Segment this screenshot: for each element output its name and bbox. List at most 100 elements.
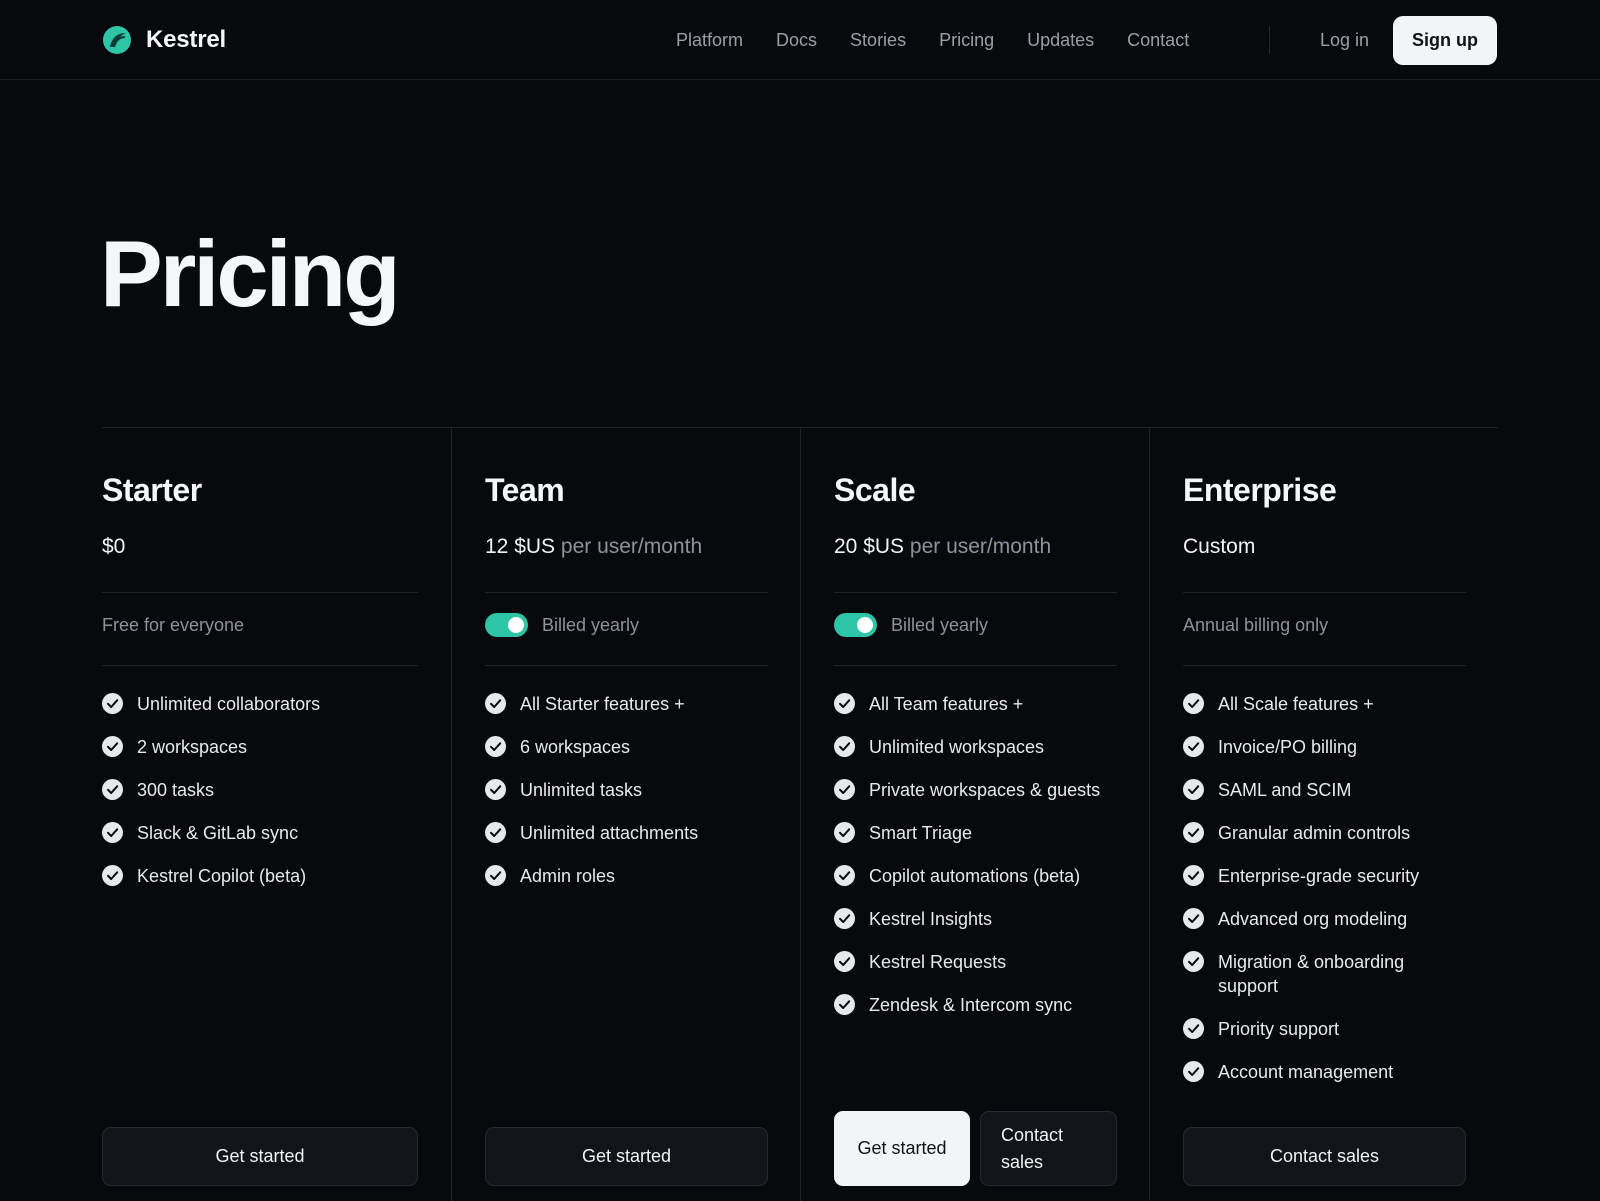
feature-item: Unlimited workspaces — [834, 735, 1124, 759]
login-link[interactable]: Log in — [1320, 24, 1369, 56]
check-circle-icon — [102, 822, 123, 843]
top-navigation: Kestrel Platform Docs Stories Pricing Up… — [0, 0, 1600, 80]
billing-toggle[interactable] — [834, 613, 877, 637]
feature-item: All Team features + — [834, 692, 1124, 716]
feature-list: All Scale features + Invoice/PO billing … — [1183, 692, 1433, 1103]
pricing-plans: Starter $0 Free for everyone Unlimited c… — [102, 427, 1498, 1201]
feature-text: Granular admin controls — [1218, 823, 1411, 843]
feature-item: Unlimited tasks — [485, 778, 768, 802]
check-circle-icon — [102, 693, 123, 714]
contact-sales-button[interactable]: Contact sales — [1183, 1127, 1466, 1186]
nav-divider — [1269, 26, 1270, 54]
check-circle-icon — [834, 693, 855, 714]
feature-item: Unlimited attachments — [485, 821, 768, 845]
feature-text: Kestrel Copilot (beta) — [137, 866, 307, 886]
price-amount: 12 $US — [485, 535, 556, 558]
feature-item: 300 tasks — [102, 778, 418, 802]
feature-item: Priority support — [1183, 1017, 1433, 1041]
feature-item: Private workspaces & guests — [834, 778, 1124, 802]
check-circle-icon — [834, 736, 855, 757]
contact-sales-button[interactable]: Contact sales — [980, 1111, 1117, 1186]
feature-item: Advanced org modeling — [1183, 907, 1433, 931]
billing-info: Billed yearly — [485, 611, 639, 639]
check-circle-icon — [834, 908, 855, 929]
billing-text: Billed yearly — [891, 614, 989, 635]
feature-text: 2 workspaces — [137, 737, 248, 757]
billing-text: Free for everyone — [102, 614, 245, 635]
billing-info: Free for everyone — [102, 611, 244, 639]
feature-text: All Team features + — [869, 694, 1024, 714]
divider — [102, 665, 418, 666]
feature-item: Migration & onboarding support — [1183, 950, 1433, 998]
check-circle-icon — [834, 994, 855, 1015]
feature-item: Kestrel Requests — [834, 950, 1124, 974]
plan-name: Team — [485, 472, 565, 508]
nav-updates[interactable]: Updates — [1027, 30, 1094, 51]
signup-button[interactable]: Sign up — [1393, 16, 1497, 65]
feature-text: SAML and SCIM — [1218, 780, 1352, 800]
feature-text: Unlimited collaborators — [137, 694, 321, 714]
check-circle-icon — [1183, 693, 1204, 714]
feature-list: All Team features + Unlimited workspaces… — [834, 692, 1124, 1036]
price-amount: $0 — [102, 535, 126, 558]
check-circle-icon — [102, 736, 123, 757]
plan-scale: Scale 20 $US per user/month Billed yearl… — [800, 428, 1149, 1201]
check-circle-icon — [1183, 1018, 1204, 1039]
divider — [485, 665, 768, 666]
feature-item: Zendesk & Intercom sync — [834, 993, 1124, 1017]
billing-text: Annual billing only — [1183, 614, 1329, 635]
feature-text: Copilot automations (beta) — [869, 866, 1081, 886]
nav-pricing[interactable]: Pricing — [939, 30, 994, 51]
feature-item: Granular admin controls — [1183, 821, 1433, 845]
feature-text: Account management — [1218, 1062, 1394, 1082]
brand[interactable]: Kestrel — [102, 24, 226, 56]
check-circle-icon — [1183, 736, 1204, 757]
check-circle-icon — [485, 822, 506, 843]
plan-enterprise: Enterprise Custom Annual billing only Al… — [1149, 428, 1498, 1201]
get-started-button[interactable]: Get started — [102, 1127, 418, 1186]
feature-item: Account management — [1183, 1060, 1433, 1084]
feature-item: Admin roles — [485, 864, 768, 888]
check-circle-icon — [102, 779, 123, 800]
feature-text: Zendesk & Intercom sync — [869, 995, 1073, 1015]
feature-text: Kestrel Requests — [869, 952, 1007, 972]
billing-text: Billed yearly — [542, 614, 640, 635]
check-circle-icon — [1183, 865, 1204, 886]
feature-item: Unlimited collaborators — [102, 692, 418, 716]
divider — [485, 592, 768, 593]
plan-name: Starter — [102, 472, 202, 508]
get-started-button[interactable]: Get started — [834, 1111, 970, 1186]
feature-item: Copilot automations (beta) — [834, 864, 1124, 888]
check-circle-icon — [102, 865, 123, 886]
divider — [834, 665, 1117, 666]
feature-text: All Starter features + — [520, 694, 685, 714]
feature-item: All Scale features + — [1183, 692, 1433, 716]
plan-price: $0 — [102, 535, 125, 559]
feature-text: 300 tasks — [137, 780, 215, 800]
feature-text: Kestrel Insights — [869, 909, 993, 929]
feature-item: Kestrel Copilot (beta) — [102, 864, 418, 888]
nav-stories[interactable]: Stories — [850, 30, 906, 51]
get-started-button[interactable]: Get started — [485, 1127, 768, 1186]
divider — [1183, 592, 1466, 593]
feature-item: All Starter features + — [485, 692, 768, 716]
feature-list: Unlimited collaborators 2 workspaces 300… — [102, 692, 418, 907]
plan-name: Enterprise — [1183, 472, 1337, 508]
feature-text: Slack & GitLab sync — [137, 823, 299, 843]
feature-text: Migration & onboarding support — [1218, 952, 1405, 996]
feature-item: Enterprise-grade security — [1183, 864, 1433, 888]
nav-docs[interactable]: Docs — [776, 30, 817, 51]
divider — [834, 592, 1117, 593]
feature-text: Priority support — [1218, 1019, 1340, 1039]
feature-text: Enterprise-grade security — [1218, 866, 1420, 886]
feature-item: SAML and SCIM — [1183, 778, 1433, 802]
nav-contact[interactable]: Contact — [1127, 30, 1189, 51]
feature-text: Smart Triage — [869, 823, 973, 843]
check-circle-icon — [834, 951, 855, 972]
nav-platform[interactable]: Platform — [676, 30, 743, 51]
main-nav: Platform Docs Stories Pricing Updates Co… — [676, 24, 1222, 56]
feature-text: Advanced org modeling — [1218, 909, 1408, 929]
feature-text: 6 workspaces — [520, 737, 631, 757]
plan-price: 12 $US per user/month — [485, 535, 702, 559]
billing-toggle[interactable] — [485, 613, 528, 637]
